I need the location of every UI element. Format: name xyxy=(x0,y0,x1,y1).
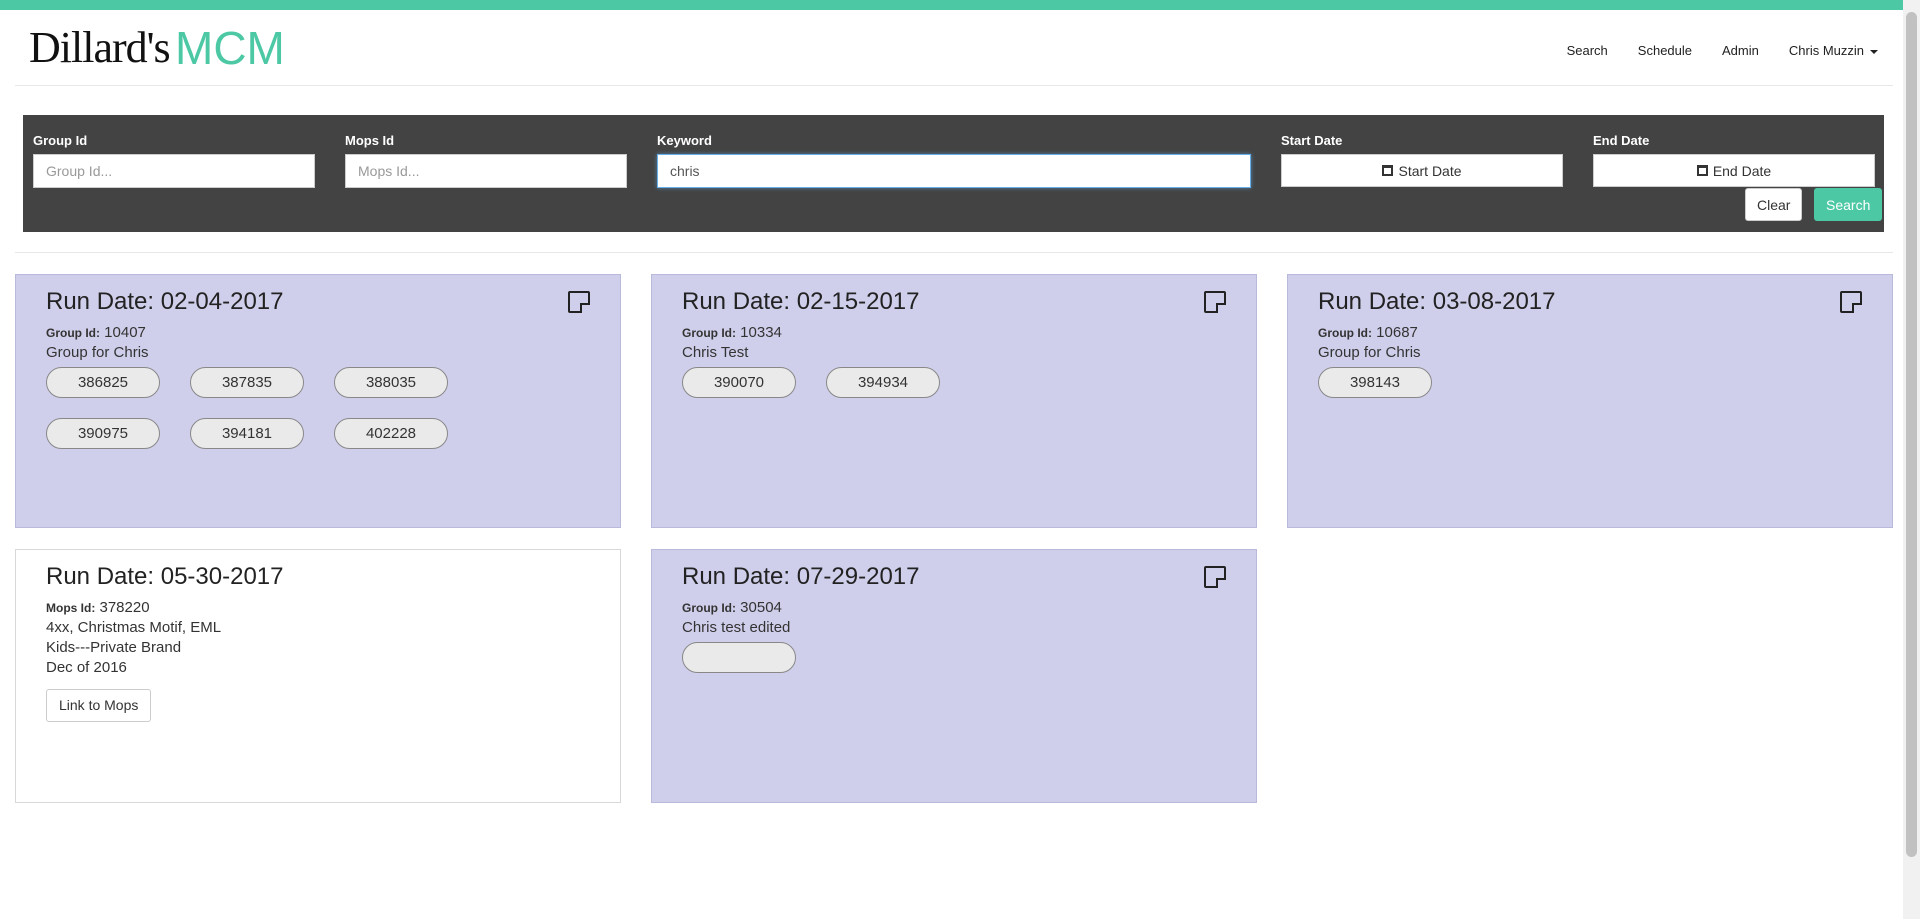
divider xyxy=(15,252,1893,253)
group-id-value: 10687 xyxy=(1376,324,1418,341)
run-card: Run Date: 02-04-2017 Group Id: 10407 Gro… xyxy=(15,274,621,528)
mops-period: Dec of 2016 xyxy=(46,659,590,676)
mops-pill[interactable]: 390070 xyxy=(682,367,796,398)
keyword-field: Keyword xyxy=(657,133,1251,188)
group-id-key: Group Id: xyxy=(1318,326,1372,340)
group-id-value: 10334 xyxy=(740,324,782,341)
header: Dillard's MCM Search Schedule Admin Chri… xyxy=(15,10,1893,86)
mops-pill-list: 390070 394934 xyxy=(682,367,1242,418)
mops-id-input[interactable] xyxy=(345,154,627,188)
nav-admin[interactable]: Admin xyxy=(1722,43,1759,58)
nav-user-menu[interactable]: Chris Muzzin xyxy=(1789,43,1878,58)
run-date-title: Run Date: 02-04-2017 xyxy=(46,288,590,316)
group-id-key: Group Id: xyxy=(682,326,736,340)
calendar-icon xyxy=(1697,165,1708,176)
mops-pill-list: 398143 xyxy=(1318,367,1878,418)
group-id-key: Group Id: xyxy=(682,601,736,615)
mops-pill[interactable]: 398143 xyxy=(1318,367,1432,398)
group-id-row: Group Id: 10687 xyxy=(1318,324,1862,341)
run-card: Run Date: 03-08-2017 Group Id: 10687 Gro… xyxy=(1287,274,1893,528)
group-id-field: Group Id xyxy=(33,133,315,188)
mops-pill[interactable]: 394934 xyxy=(826,367,940,398)
group-description: Chris test edited xyxy=(682,619,1226,636)
group-id-label: Group Id xyxy=(33,133,315,148)
mops-pill-list: 386825 387835 388035 390975 394181 40222… xyxy=(46,367,606,469)
group-id-key: Group Id: xyxy=(46,326,100,340)
mops-pill[interactable] xyxy=(682,642,796,673)
mops-pill[interactable]: 388035 xyxy=(334,367,448,398)
caret-down-icon xyxy=(1870,50,1878,54)
page-container: Dillard's MCM Search Schedule Admin Chri… xyxy=(15,10,1893,86)
note-icon[interactable] xyxy=(1204,566,1226,588)
group-id-row: Group Id: 10334 xyxy=(682,324,1226,341)
run-card: Run Date: 02-15-2017 Group Id: 10334 Chr… xyxy=(651,274,1257,528)
end-date-field: End Date End Date xyxy=(1593,133,1875,187)
mops-pill-list xyxy=(682,642,1242,693)
start-date-label: Start Date xyxy=(1281,133,1563,148)
link-to-mops-button[interactable]: Link to Mops xyxy=(46,689,151,722)
note-icon[interactable] xyxy=(1840,291,1862,313)
group-id-row: Group Id: 10407 xyxy=(46,324,590,341)
run-date-title: Run Date: 02-15-2017 xyxy=(682,288,1226,316)
app-name[interactable]: MCM xyxy=(175,21,285,75)
run-date-title: Run Date: 03-08-2017 xyxy=(1318,288,1862,316)
note-icon[interactable] xyxy=(568,291,590,313)
keyword-input[interactable] xyxy=(657,154,1251,188)
start-date-field: Start Date Start Date xyxy=(1281,133,1563,187)
group-description: Chris Test xyxy=(682,344,1226,361)
mops-id-key: Mops Id: xyxy=(46,601,95,615)
group-description: Group for Chris xyxy=(1318,344,1862,361)
nav-search[interactable]: Search xyxy=(1567,43,1608,58)
end-date-label: End Date xyxy=(1593,133,1875,148)
start-date-button[interactable]: Start Date xyxy=(1281,154,1563,187)
end-date-button[interactable]: End Date xyxy=(1593,154,1875,187)
end-date-button-label: End Date xyxy=(1713,163,1771,179)
start-date-button-label: Start Date xyxy=(1398,163,1461,179)
vertical-scrollbar[interactable] xyxy=(1903,0,1920,919)
mops-id-value: 378220 xyxy=(100,599,150,616)
group-id-input[interactable] xyxy=(33,154,315,188)
search-panel: Group Id Mops Id Keyword Start Date Star… xyxy=(23,115,1884,232)
group-id-row: Group Id: 30504 xyxy=(682,599,1226,616)
top-nav: Search Schedule Admin Chris Muzzin xyxy=(1552,43,1893,58)
run-date-title: Run Date: 07-29-2017 xyxy=(682,563,1226,591)
calendar-icon xyxy=(1382,165,1393,176)
mops-id-row: Mops Id: 378220 xyxy=(46,599,590,616)
group-id-value: 30504 xyxy=(740,599,782,616)
mops-description: 4xx, Christmas Motif, EML xyxy=(46,619,590,636)
mops-pill[interactable]: 386825 xyxy=(46,367,160,398)
nav-schedule[interactable]: Schedule xyxy=(1638,43,1692,58)
scrollbar-thumb[interactable] xyxy=(1906,12,1917,857)
run-card: Run Date: 07-29-2017 Group Id: 30504 Chr… xyxy=(651,549,1257,803)
dillards-logo[interactable]: Dillard's xyxy=(29,22,170,73)
group-description: Group for Chris xyxy=(46,344,590,361)
mops-id-label: Mops Id xyxy=(345,133,627,148)
user-name: Chris Muzzin xyxy=(1789,43,1864,58)
run-date-title: Run Date: 05-30-2017 xyxy=(46,563,590,591)
search-button[interactable]: Search xyxy=(1814,188,1882,221)
keyword-label: Keyword xyxy=(657,133,1251,148)
mops-pill[interactable]: 402228 xyxy=(334,418,448,449)
note-icon[interactable] xyxy=(1204,291,1226,313)
mops-pill[interactable]: 394181 xyxy=(190,418,304,449)
mops-id-field: Mops Id xyxy=(345,133,627,188)
mops-card: Run Date: 05-30-2017 Mops Id: 378220 4xx… xyxy=(15,549,621,803)
mops-department: Kids---Private Brand xyxy=(46,639,590,656)
group-id-value: 10407 xyxy=(104,324,146,341)
top-accent-bar xyxy=(0,0,1920,10)
mops-pill[interactable]: 390975 xyxy=(46,418,160,449)
clear-button[interactable]: Clear xyxy=(1745,188,1802,221)
mops-pill[interactable]: 387835 xyxy=(190,367,304,398)
